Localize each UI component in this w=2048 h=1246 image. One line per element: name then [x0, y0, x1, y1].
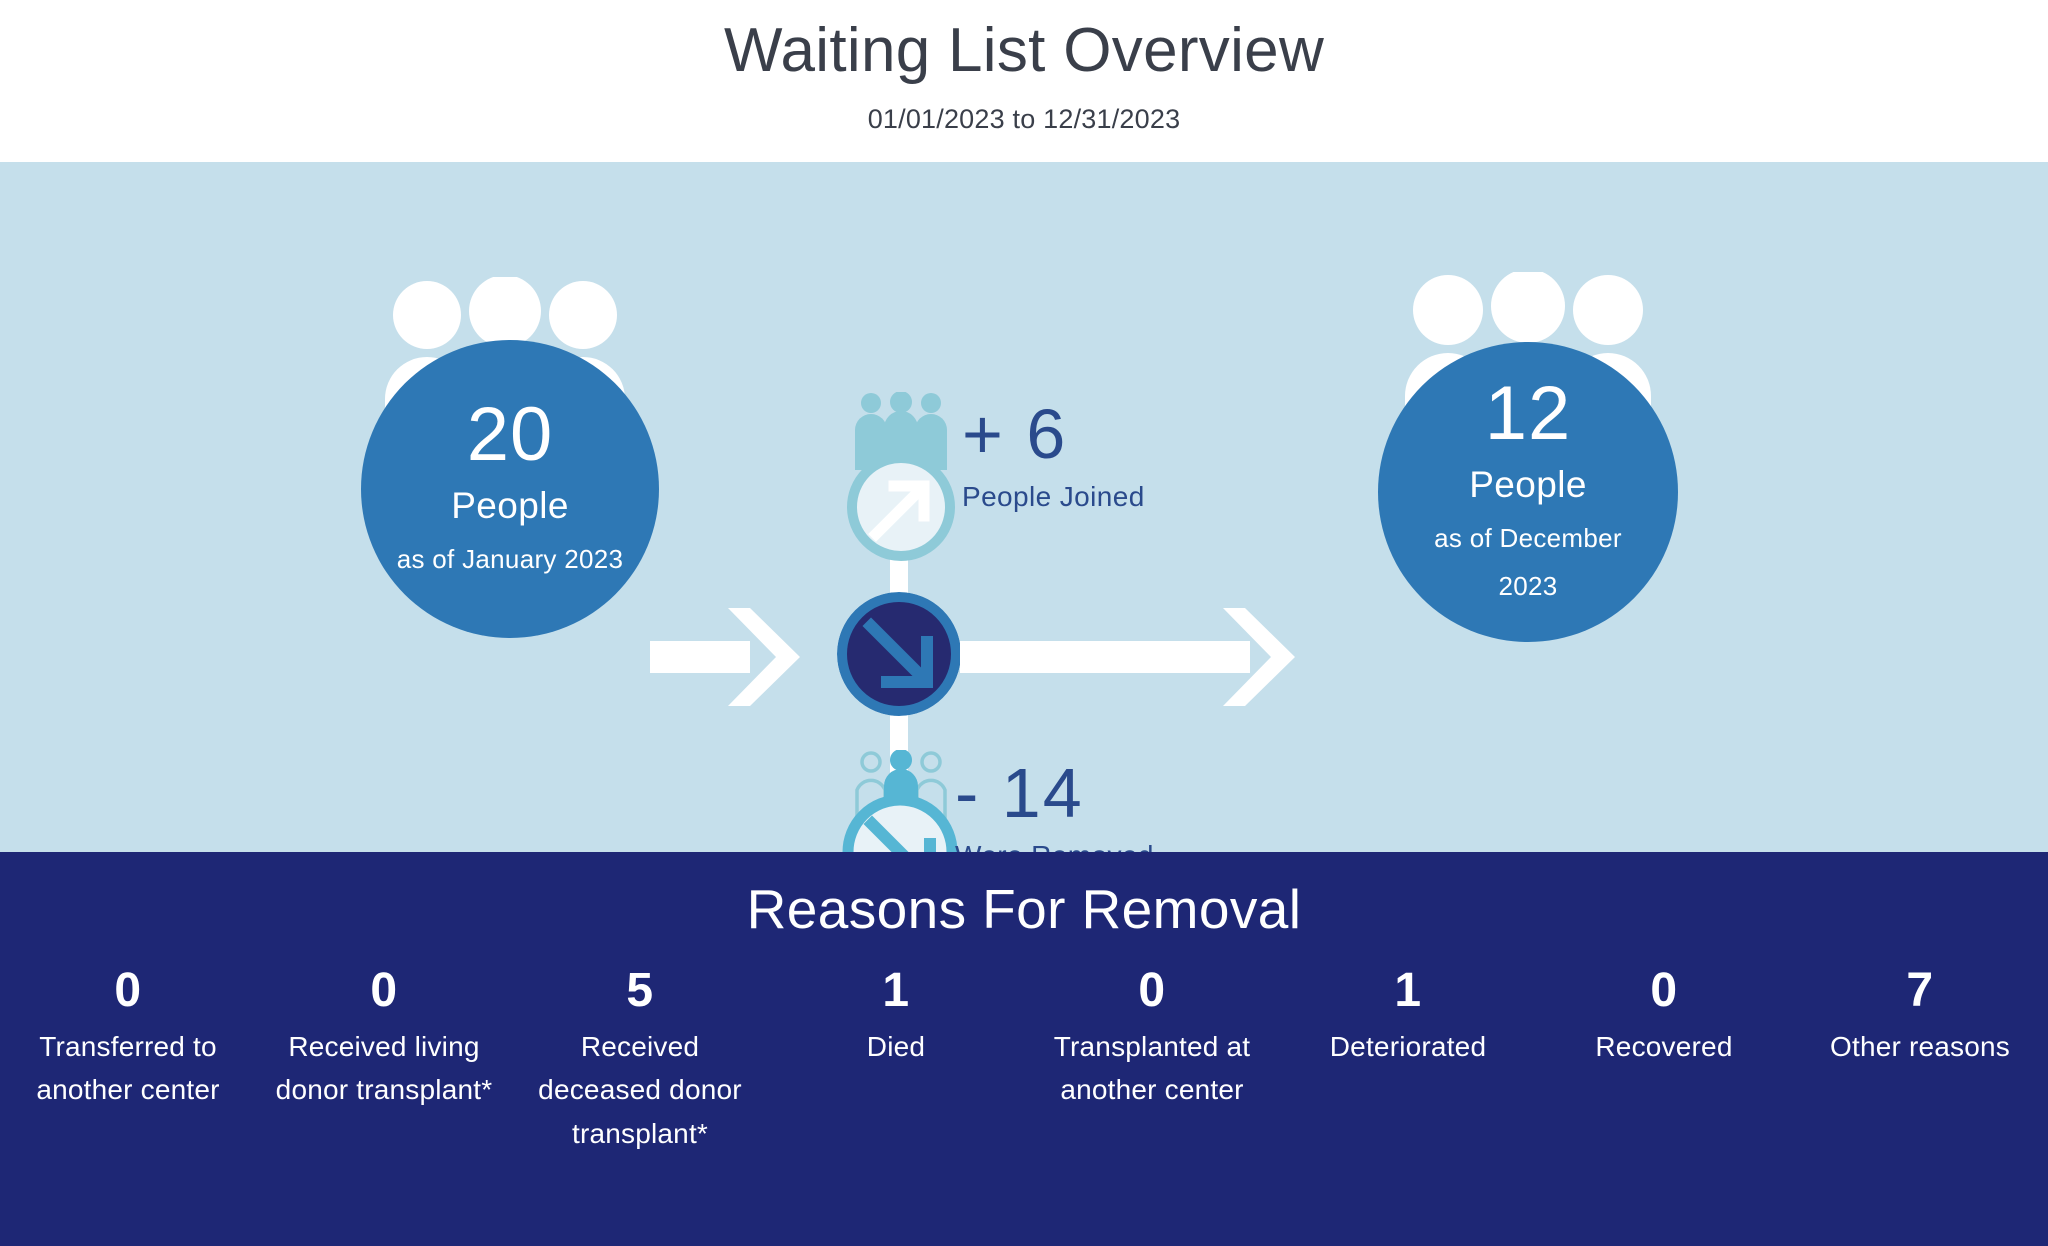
reasons-section: Reasons For Removal 0 Transferred to ano… [0, 852, 2048, 1246]
flow-arrow-right [960, 608, 1295, 706]
reason-label: Received deceased donor transplant* [538, 1031, 742, 1149]
reason-cell-recovered: 0 Recovered [1536, 967, 1792, 1155]
start-count-circle: 20 People as of January 2023 [361, 340, 659, 638]
reason-label: Recovered [1595, 1031, 1733, 1062]
reason-label: Died [866, 1031, 926, 1062]
date-range-label: 01/01/2023 to 12/31/2023 [867, 104, 1181, 134]
reason-count: 5 [626, 964, 654, 1017]
joined-label: People Joined [962, 481, 1145, 512]
reason-label: Received living donor transplant* [275, 1031, 493, 1106]
end-count-circle: 12 People as of December 2023 [1378, 342, 1678, 642]
reason-cell-transferred: 0 Transferred to another center [0, 967, 256, 1155]
reason-label: Deteriorated [1329, 1031, 1487, 1062]
joined-stat: + 6 People Joined [962, 399, 1145, 513]
reason-count: 1 [1394, 964, 1422, 1017]
page-title: Waiting List Overview [723, 16, 1325, 85]
start-count-label: People [451, 485, 569, 527]
reason-count: 0 [370, 964, 398, 1017]
flow-section: 20 People as of January 2023 + 6 People … [0, 162, 2048, 910]
reason-label: Transplanted at another center [1053, 1031, 1251, 1106]
reasons-grid: 0 Transferred to another center 0 Receiv… [0, 941, 2048, 1155]
joined-arrow-icon [847, 453, 955, 561]
reason-count: 0 [114, 964, 142, 1017]
removed-count: - 14 [955, 754, 1084, 832]
end-count-sublabel-line1: as of December [1434, 523, 1622, 554]
reasons-title: Reasons For Removal [746, 878, 1302, 940]
end-count-label: People [1469, 464, 1587, 506]
infographic-page: Waiting List Overview 01/01/2023 to 12/3… [0, 0, 2048, 1246]
reason-count: 0 [1650, 964, 1678, 1017]
reason-cell-died: 1 Died [768, 967, 1024, 1155]
end-count-number: 12 [1484, 371, 1572, 457]
net-change-node-icon [837, 592, 961, 716]
joined-count: + 6 [962, 395, 1068, 473]
reason-cell-deceased-donor-transplant: 5 Received deceased donor transplant* [512, 967, 768, 1155]
reason-count: 7 [1906, 964, 1934, 1017]
header: Waiting List Overview 01/01/2023 to 12/3… [0, 0, 2048, 162]
reason-cell-transplanted-another-center: 0 Transplanted at another center [1024, 967, 1280, 1155]
start-count-sublabel: as of January 2023 [396, 544, 624, 575]
reason-count: 1 [882, 964, 910, 1017]
reason-cell-living-donor-transplant: 0 Received living donor transplant* [256, 967, 512, 1155]
flow-arrow-left [650, 608, 800, 706]
end-count-sublabel-line2: 2023 [1498, 571, 1558, 602]
start-count-number: 20 [466, 392, 554, 478]
reason-cell-other: 7 Other reasons [1792, 967, 2048, 1155]
reason-count: 0 [1138, 964, 1166, 1017]
reason-label: Transferred to another center [36, 1031, 220, 1106]
reason-label: Other reasons [1829, 1031, 2011, 1062]
reason-cell-deteriorated: 1 Deteriorated [1280, 967, 1536, 1155]
